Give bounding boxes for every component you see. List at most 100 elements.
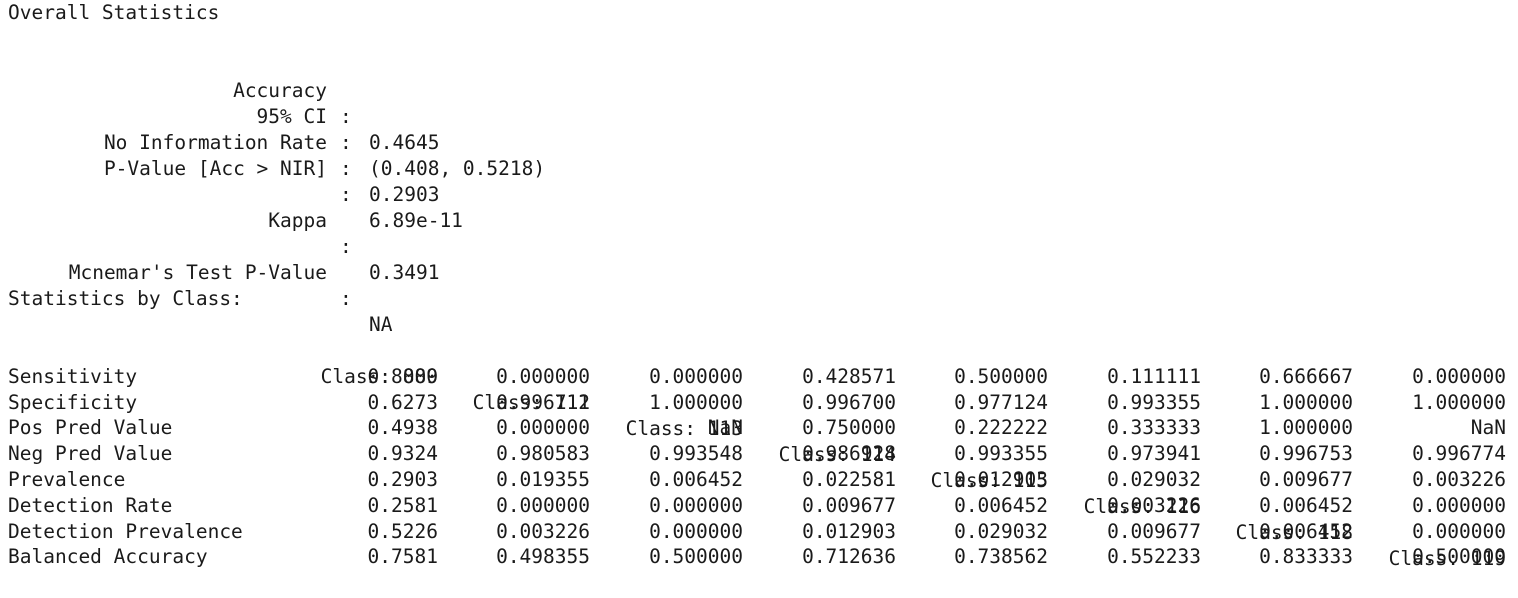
table-cell: 0.980583 bbox=[496, 442, 590, 466]
stat-p-value: P-Value [Acc > NIR] : 6.89e-11 bbox=[0, 130, 1518, 232]
stat-separator: : bbox=[340, 287, 352, 310]
table-cell: NaN bbox=[707, 416, 743, 440]
table-cell: 0.029032 bbox=[954, 519, 1048, 543]
stat-value: 6.89e-11 bbox=[369, 209, 463, 232]
table-cell: 0.022581 bbox=[802, 467, 896, 491]
table-cell: 0.500000 bbox=[954, 364, 1048, 388]
table-cell: 0.009677 bbox=[1259, 467, 1353, 491]
row-label: Detection Rate bbox=[8, 493, 173, 517]
row-label: Detection Prevalence bbox=[8, 519, 243, 543]
table-cell: 0.006452 bbox=[1259, 519, 1353, 543]
table-cell: 0.000000 bbox=[1412, 493, 1506, 517]
table-cell: 0.000000 bbox=[1412, 364, 1506, 388]
table-row: Detection Rate 0.2581 0.000000 0.000000 0.00… bbox=[8, 493, 1508, 519]
table-cell: 0.009677 bbox=[1107, 519, 1201, 543]
table-row: Specificity 0.6273 0.996711 1.000000 0.99670… bbox=[8, 390, 1508, 416]
table-body: Sensitivity 0.8889 0.000000 0.000000 0.42857… bbox=[8, 364, 1508, 570]
stat-separator: : bbox=[340, 157, 352, 180]
table-cell: 1.000000 bbox=[1412, 390, 1506, 414]
row-label: Sensitivity bbox=[8, 364, 138, 388]
table-cell: 0.2903 bbox=[367, 467, 438, 491]
table-cell: NaN bbox=[1470, 416, 1506, 440]
stat-label: P-Value [Acc > NIR] bbox=[103, 157, 327, 180]
table-cell: 0.029032 bbox=[1107, 467, 1201, 491]
table-cell: 0.996711 bbox=[496, 390, 590, 414]
table-header-row: Class: 000 Class: 112 Class: 113 Class: … bbox=[8, 338, 1508, 570]
table-cell: 0.000000 bbox=[649, 519, 743, 543]
table-cell: 0.000000 bbox=[496, 493, 590, 517]
table-cell: 0.996774 bbox=[1412, 442, 1506, 466]
table-cell: 0.003226 bbox=[1412, 467, 1506, 491]
stat-value: NA bbox=[369, 313, 393, 336]
table-cell: 0.019355 bbox=[496, 467, 590, 491]
table-cell: 0.712636 bbox=[802, 545, 896, 569]
stat-confidence-interval: 95% CI : (0.408, 0.5218) bbox=[0, 78, 1518, 180]
table-row: Balanced Accuracy 0.7581 0.498355 0.500000 0… bbox=[8, 544, 1508, 570]
stat-value: (0.408, 0.5218) bbox=[369, 157, 546, 180]
table-cell: 0.500000 bbox=[649, 545, 743, 569]
table-cell: 0.003226 bbox=[496, 519, 590, 543]
stat-accuracy: Accuracy : 0.4645 bbox=[0, 52, 1518, 154]
table-cell: 0.993355 bbox=[1107, 390, 1201, 414]
table-cell: 0.006452 bbox=[649, 467, 743, 491]
table-cell: 0.7581 bbox=[367, 545, 438, 569]
table-cell: 0.4938 bbox=[367, 416, 438, 440]
table-cell: 0.006452 bbox=[954, 493, 1048, 517]
table-cell: 0.000000 bbox=[496, 416, 590, 440]
table-cell: 0.9324 bbox=[367, 442, 438, 466]
table-cell: 0.738562 bbox=[954, 545, 1048, 569]
class-statistics-table: Class: 000 Class: 112 Class: 113 Class: … bbox=[8, 338, 1508, 570]
table-cell: 0.996753 bbox=[1259, 442, 1353, 466]
stat-label: Mcnemar's Test P-Value bbox=[68, 261, 327, 284]
table-cell: 0.6273 bbox=[367, 390, 438, 414]
table-row: Detection Prevalence 0.5226 0.003226 0.0000… bbox=[8, 519, 1508, 545]
table-cell: 0.222222 bbox=[954, 416, 1048, 440]
stat-no-information-rate: No Information Rate : 0.2903 bbox=[0, 104, 1518, 206]
table-cell: 0.012903 bbox=[802, 519, 896, 543]
table-cell: 0.111111 bbox=[1107, 364, 1201, 388]
table-cell: 0.552233 bbox=[1107, 545, 1201, 569]
table-cell: 0.996700 bbox=[802, 390, 896, 414]
table-cell: 0.428571 bbox=[802, 364, 896, 388]
row-label: Prevalence bbox=[8, 467, 126, 491]
table-cell: 0.750000 bbox=[802, 416, 896, 440]
row-label: Pos Pred Value bbox=[8, 416, 173, 440]
table-cell: 1.000000 bbox=[649, 390, 743, 414]
table-cell: 0.500000 bbox=[1412, 545, 1506, 569]
table-cell: 0.5226 bbox=[367, 519, 438, 543]
row-label: Neg Pred Value bbox=[8, 442, 173, 466]
table-cell: 0.666667 bbox=[1259, 364, 1353, 388]
table-cell: 0.333333 bbox=[1107, 416, 1201, 440]
table-cell: 0.000000 bbox=[1412, 519, 1506, 543]
row-label: Balanced Accuracy bbox=[8, 545, 208, 569]
overall-statistics-heading: Overall Statistics bbox=[8, 1, 220, 24]
table-cell: 0.973941 bbox=[1107, 442, 1201, 466]
stat-value: 0.3491 bbox=[369, 261, 440, 284]
table-cell: 0.993548 bbox=[649, 442, 743, 466]
table-cell: 0.986928 bbox=[802, 442, 896, 466]
table-cell: 0.000000 bbox=[496, 364, 590, 388]
table-row: Prevalence 0.2903 0.019355 0.006452 0.022581… bbox=[8, 467, 1508, 493]
table-cell: 0.2581 bbox=[367, 493, 438, 517]
table-row: Sensitivity 0.8889 0.000000 0.000000 0.42857… bbox=[8, 364, 1508, 390]
table-cell: 0.833333 bbox=[1259, 545, 1353, 569]
table-cell: 0.8889 bbox=[367, 364, 438, 388]
table-cell: 0.977124 bbox=[954, 390, 1048, 414]
statistics-by-class-heading: Statistics by Class: bbox=[8, 287, 243, 310]
table-cell: 1.000000 bbox=[1259, 416, 1353, 440]
table-row: Pos Pred Value 0.4938 0.000000 NaN 0.750000 0… bbox=[8, 415, 1508, 441]
stat-kappa: Kappa : 0.3491 bbox=[0, 182, 1518, 284]
table-cell: 0.000000 bbox=[649, 364, 743, 388]
table-cell: 0.012903 bbox=[954, 467, 1048, 491]
table-cell: 1.000000 bbox=[1259, 390, 1353, 414]
stat-mcnemar-p-value: Mcnemar's Test P-Value : NA bbox=[0, 234, 1518, 336]
table-cell: 0.003226 bbox=[1107, 493, 1201, 517]
stat-label: Kappa bbox=[268, 209, 327, 232]
table-cell: 0.000000 bbox=[649, 493, 743, 517]
table-cell: 0.993355 bbox=[954, 442, 1048, 466]
table-row: Neg Pred Value 0.9324 0.980583 0.993548 0.98… bbox=[8, 441, 1508, 467]
table-cell: 0.498355 bbox=[496, 545, 590, 569]
table-cell: 0.006452 bbox=[1259, 493, 1353, 517]
table-cell: 0.009677 bbox=[802, 493, 896, 517]
row-label: Specificity bbox=[8, 390, 138, 414]
